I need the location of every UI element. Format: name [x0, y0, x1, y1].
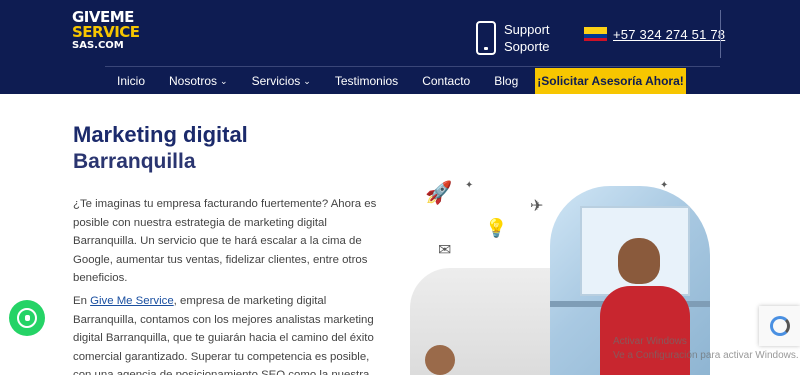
- page-title: Marketing digital: [73, 122, 248, 147]
- nav-label: Nosotros: [169, 74, 218, 88]
- paper-plane-icon: ✈: [530, 198, 544, 215]
- second-person-photo: [420, 340, 460, 375]
- recaptcha-icon: [769, 316, 790, 336]
- whatsapp-icon: [17, 308, 37, 328]
- site-header: GIVEME SERVICE SAS.COM Support Soporte +…: [0, 0, 800, 94]
- lightbulb-icon: 💡: [485, 218, 508, 238]
- nav-label: Blog: [494, 74, 519, 88]
- rocket-icon: 🚀: [425, 180, 453, 205]
- intro-paragraph: ¿Te imaginas tu empresa facturando fuert…: [73, 198, 377, 284]
- para-text: En: [73, 295, 91, 307]
- phone-icon: [476, 21, 496, 55]
- main-nav: Inicio Nosotros ⌄ Servicios ⌄ Testimonios …: [105, 68, 530, 94]
- site-logo[interactable]: GIVEME SERVICE SAS.COM: [72, 10, 140, 58]
- recaptcha-badge[interactable]: [759, 306, 800, 346]
- nav-label: Inicio: [117, 74, 146, 88]
- company-paragraph: En Give Me Service, empresa de marketing…: [73, 292, 378, 375]
- chevron-down-icon: ⌄: [303, 75, 311, 86]
- nav-label: Testimonios: [334, 74, 399, 88]
- nav-label: Contacto: [422, 74, 471, 88]
- phone-number-link[interactable]: +57 324 274 51 78: [613, 27, 725, 42]
- whatsapp-button[interactable]: [9, 300, 45, 336]
- nav-divider: [105, 66, 720, 67]
- para-text: , empresa de marketing digital Barranqui…: [73, 295, 374, 375]
- nav-item-servicios[interactable]: Servicios ⌄: [240, 68, 323, 94]
- activate-subtitle: Ve a Configuración para activar Windows.: [613, 350, 799, 361]
- envelope-icon: ✉: [438, 242, 452, 259]
- nav-item-testimonios[interactable]: Testimonios: [323, 68, 410, 94]
- colombia-flag-icon: [584, 27, 607, 41]
- star-doodle-icon: ✦: [465, 180, 474, 191]
- nav-item-nosotros[interactable]: Nosotros ⌄: [157, 68, 240, 94]
- nav-label: Servicios: [251, 74, 301, 88]
- nav-item-inicio[interactable]: Inicio: [105, 68, 157, 94]
- chevron-down-icon: ⌄: [220, 75, 228, 86]
- page-subtitle: Barranquilla: [73, 150, 196, 173]
- soporte-label: Soporte: [504, 39, 550, 54]
- logo-line-2: SERVICE: [72, 23, 140, 41]
- give-me-service-link[interactable]: Give Me Service: [90, 295, 174, 307]
- logo-line-3: SAS.COM: [72, 40, 124, 51]
- nav-item-blog[interactable]: Blog: [482, 68, 530, 94]
- support-text: Support Soporte: [504, 21, 550, 55]
- nav-item-contacto[interactable]: Contacto: [410, 68, 482, 94]
- header-divider: [720, 10, 721, 58]
- cta-button[interactable]: ¡Solicitar Asesoría Ahora!: [535, 68, 686, 94]
- support-label: Support: [504, 22, 550, 37]
- support-link[interactable]: Support Soporte: [476, 20, 550, 56]
